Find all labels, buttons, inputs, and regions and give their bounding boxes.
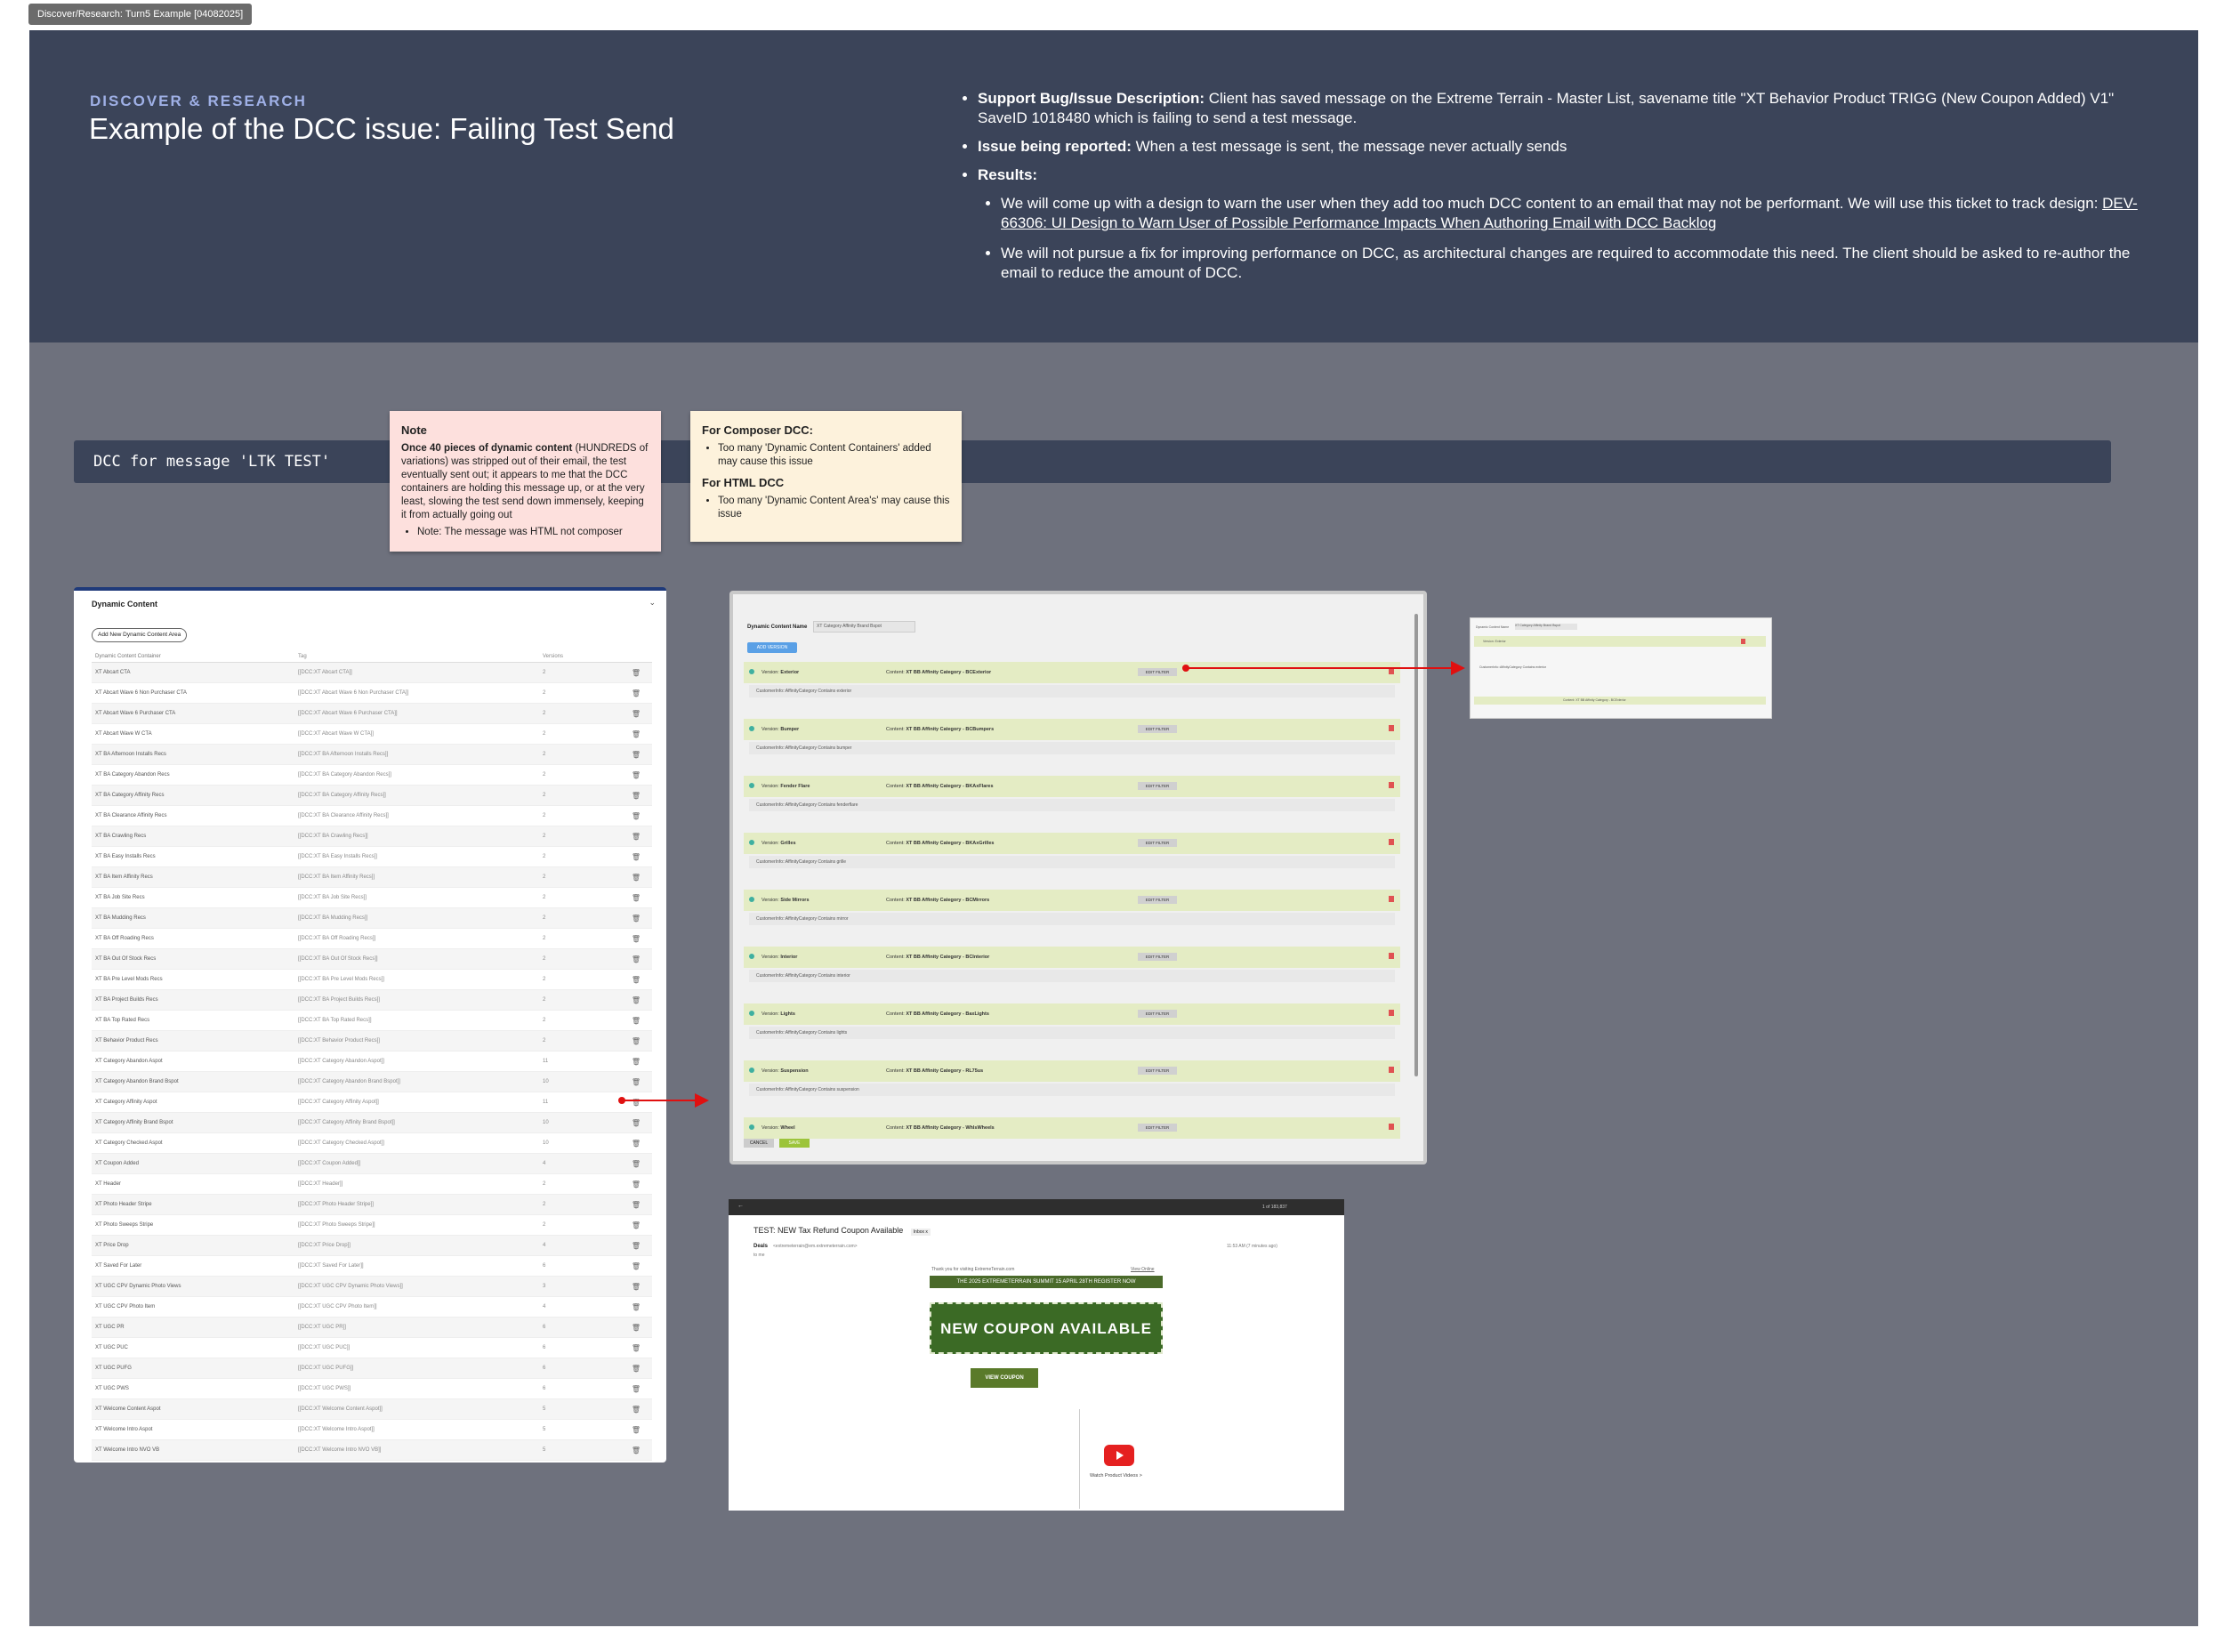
canvas-frame: DISCOVER & RESEARCH Example of the DCC i… bbox=[29, 30, 2198, 1626]
arrow-modal-to-thumb bbox=[1182, 661, 1465, 675]
arrow-dc-to-modal bbox=[618, 1093, 709, 1108]
connector-arrows bbox=[618, 661, 1465, 1108]
frame-tag[interactable]: Discover/Research: Turn5 Example [040820… bbox=[28, 4, 253, 25]
